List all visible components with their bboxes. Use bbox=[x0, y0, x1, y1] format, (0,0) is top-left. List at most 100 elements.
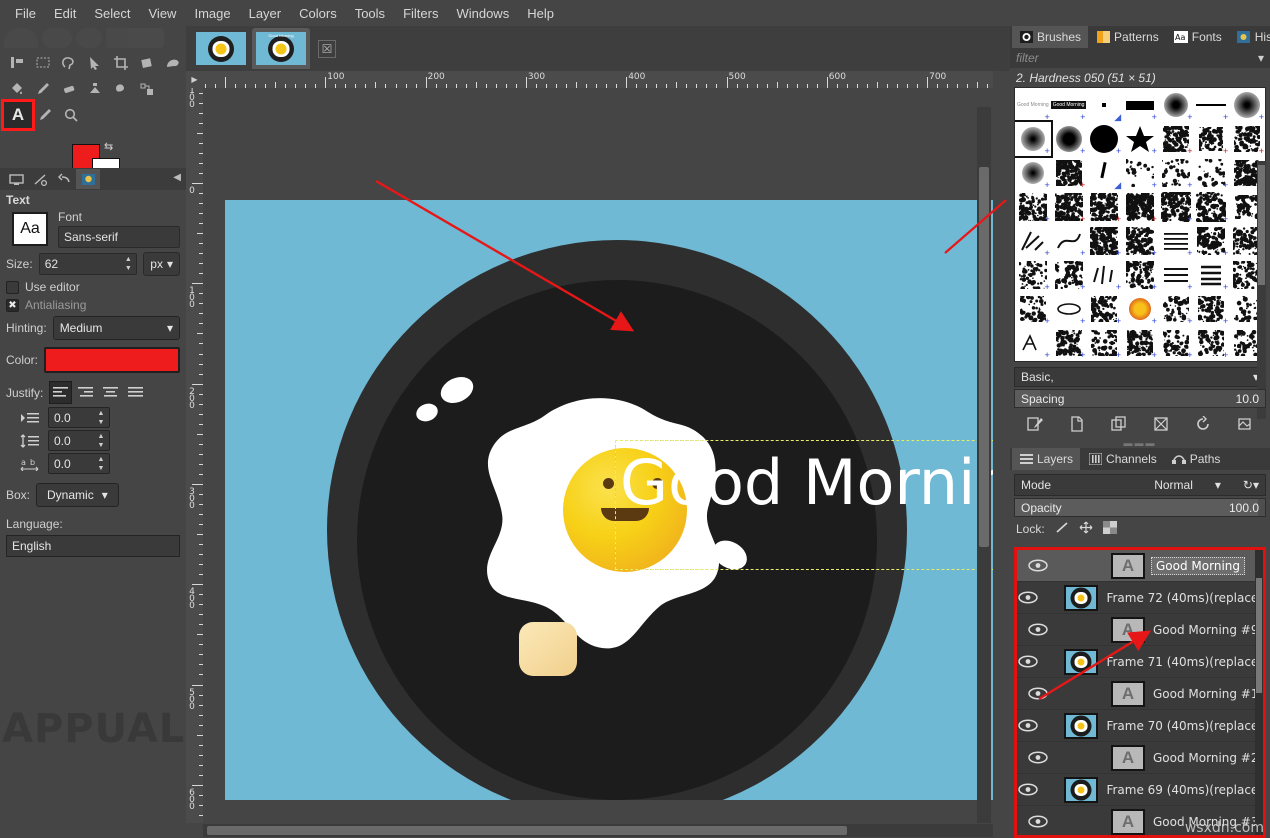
layer-name[interactable]: Frame 72 (40ms)(replace) bbox=[1098, 591, 1263, 605]
new-brush-button[interactable] bbox=[1065, 413, 1089, 435]
layer-mode-dropdown[interactable]: Mode Normal ▾ ↻▾ bbox=[1014, 474, 1266, 496]
smudge-tool-icon[interactable] bbox=[108, 76, 134, 102]
brush-grid-item[interactable]: + bbox=[1229, 122, 1265, 156]
layer-opacity-slider[interactable]: Opacity 100.0 bbox=[1014, 498, 1266, 517]
layer-row[interactable]: AGood Morning #2 bbox=[1017, 742, 1263, 774]
brush-spacing-slider[interactable]: Spacing 10.0 bbox=[1014, 389, 1266, 408]
brush-grid-item[interactable]: + bbox=[1194, 224, 1230, 258]
delete-brush-button[interactable] bbox=[1149, 413, 1173, 435]
alignment-tool-icon[interactable] bbox=[4, 50, 30, 76]
menu-help[interactable]: Help bbox=[518, 3, 563, 24]
brush-grid-item[interactable]: + bbox=[1086, 292, 1122, 326]
image-canvas[interactable]: Good Morning Duplicate layer between eac… bbox=[225, 200, 993, 800]
paths-tool-icon[interactable] bbox=[134, 76, 160, 102]
brush-grid-item[interactable]: + bbox=[1122, 326, 1158, 360]
brush-grid-item[interactable]: + bbox=[1158, 224, 1194, 258]
brush-grid-item[interactable]: Good Morning+ bbox=[1051, 88, 1087, 122]
brush-grid-item[interactable]: + bbox=[1015, 190, 1051, 224]
brush-grid-item[interactable]: + bbox=[1122, 190, 1158, 224]
canvas-viewport[interactable]: Good Morning Duplicate layer between eac… bbox=[203, 88, 993, 823]
hinting-dropdown[interactable]: Medium ▾ bbox=[53, 316, 180, 340]
brush-grid-item[interactable]: Good Morning+ bbox=[1015, 88, 1051, 122]
brush-grid-item[interactable]: + bbox=[1194, 122, 1230, 156]
lock-position-button[interactable] bbox=[1079, 521, 1093, 537]
antialiasing-checkbox[interactable]: ✖ bbox=[6, 299, 19, 312]
brush-grid-item[interactable]: + bbox=[1158, 190, 1194, 224]
brush-grid-item[interactable]: + bbox=[1086, 258, 1122, 292]
layer-name[interactable]: Good Morning bbox=[1151, 557, 1245, 575]
eraser-tool-icon[interactable] bbox=[56, 76, 82, 102]
brush-grid-item[interactable]: + bbox=[1086, 122, 1122, 156]
layers-list[interactable]: AGood MorningFrame 72 (40ms)(replace)AGo… bbox=[1014, 547, 1266, 838]
brush-tags-dropdown[interactable]: Basic, ▾ bbox=[1014, 367, 1266, 387]
zoom-tool-icon[interactable] bbox=[58, 102, 84, 128]
brush-grid-item[interactable]: + bbox=[1015, 122, 1051, 156]
brush-grid-item[interactable] bbox=[1051, 360, 1087, 362]
brush-grid-item[interactable]: + bbox=[1051, 224, 1087, 258]
image-tab-2[interactable]: Good Morning bbox=[252, 28, 310, 69]
brush-grid-item[interactable]: ◢ bbox=[1086, 156, 1122, 190]
brush-filter-row[interactable]: filter ▾ bbox=[1010, 48, 1270, 68]
layer-visibility-toggle[interactable] bbox=[1017, 687, 1059, 700]
rectangle-select-tool-icon[interactable] bbox=[30, 50, 56, 76]
layer-name[interactable]: Frame 71 (40ms)(replace) bbox=[1098, 655, 1263, 669]
line-spacing-input[interactable]: 0.0 ▲▼ bbox=[48, 430, 110, 451]
layer-name[interactable]: Frame 70 (40ms)(replace) bbox=[1098, 719, 1263, 733]
brush-grid-item[interactable] bbox=[1122, 360, 1158, 362]
scrollbar-grip[interactable] bbox=[1256, 578, 1262, 693]
brush-grid-item[interactable]: + bbox=[1015, 258, 1051, 292]
brush-grid-item[interactable]: + bbox=[1015, 156, 1051, 190]
images-tab[interactable] bbox=[76, 169, 100, 189]
menu-filters[interactable]: Filters bbox=[394, 3, 447, 24]
vertical-ruler[interactable]: 1000100200300400500600 bbox=[186, 88, 203, 823]
layer-visibility-toggle[interactable] bbox=[1017, 591, 1038, 604]
layer-row[interactable]: Frame 70 (40ms)(replace) bbox=[1017, 710, 1263, 742]
crop-tool-icon[interactable] bbox=[108, 50, 134, 76]
menu-layer[interactable]: Layer bbox=[240, 3, 291, 24]
justify-fill-button[interactable] bbox=[124, 381, 147, 404]
brush-grid-item[interactable]: + bbox=[1122, 122, 1158, 156]
layer-row[interactable]: Frame 71 (40ms)(replace) bbox=[1017, 646, 1263, 678]
layer-visibility-toggle[interactable] bbox=[1017, 783, 1038, 796]
antialiasing-row[interactable]: ✖ Antialiasing bbox=[0, 296, 186, 314]
text-tool-icon[interactable]: A bbox=[4, 102, 32, 128]
justify-center-button[interactable] bbox=[99, 381, 122, 404]
letter-spacing-input[interactable]: 0.0 ▲▼ bbox=[48, 453, 110, 474]
brush-grid-scrollbar[interactable] bbox=[1257, 161, 1266, 419]
scrollbar-grip[interactable] bbox=[979, 167, 989, 547]
tab-paths[interactable]: Paths bbox=[1165, 448, 1228, 470]
text-color-swatch[interactable] bbox=[44, 347, 180, 373]
brush-grid-item[interactable]: + bbox=[1122, 258, 1158, 292]
tab-patterns[interactable]: Patterns bbox=[1089, 26, 1166, 48]
open-brush-as-image-button[interactable] bbox=[1233, 413, 1257, 435]
tab-brushes[interactable]: Brushes bbox=[1012, 26, 1088, 48]
brush-grid-item[interactable] bbox=[1086, 360, 1122, 362]
letter-spacing-stepper[interactable]: ▲▼ bbox=[95, 456, 107, 472]
brush-grid-item[interactable]: + bbox=[1158, 326, 1194, 360]
canvas-horizontal-scrollbar[interactable] bbox=[203, 824, 993, 837]
tab-channels[interactable]: Channels bbox=[1081, 448, 1164, 470]
layer-name[interactable]: Good Morning #2 bbox=[1145, 751, 1259, 765]
layer-name[interactable]: Good Morning #1 bbox=[1145, 687, 1259, 701]
menu-image[interactable]: Image bbox=[185, 3, 239, 24]
brush-grid-item[interactable]: + bbox=[1015, 292, 1051, 326]
brush-grid-item[interactable]: + bbox=[1015, 326, 1051, 360]
layer-name[interactable]: Frame 69 (40ms)(replace) bbox=[1098, 783, 1263, 797]
layer-visibility-toggle[interactable] bbox=[1017, 719, 1038, 732]
layer-visibility-toggle[interactable] bbox=[1017, 559, 1059, 572]
justify-left-button[interactable] bbox=[49, 381, 72, 404]
brush-grid-item[interactable]: + bbox=[1051, 190, 1087, 224]
duplicate-brush-button[interactable] bbox=[1107, 413, 1131, 435]
tool-options-tab[interactable] bbox=[4, 169, 28, 189]
brush-filter-input[interactable]: filter bbox=[1016, 51, 1039, 65]
brush-grid-item[interactable]: + bbox=[1194, 326, 1230, 360]
size-unit-dropdown[interactable]: px ▾ bbox=[143, 252, 180, 276]
color-picker-tool-icon[interactable] bbox=[32, 102, 58, 128]
brush-grid-item[interactable]: + bbox=[1158, 156, 1194, 190]
menu-colors[interactable]: Colors bbox=[290, 3, 346, 24]
brush-grid-item[interactable]: + bbox=[1051, 326, 1087, 360]
indent-input[interactable]: 0.0 ▲▼ bbox=[48, 407, 110, 428]
undo-history-tab[interactable] bbox=[52, 169, 76, 189]
scrollbar-grip[interactable] bbox=[1258, 165, 1265, 285]
line-spacing-stepper[interactable]: ▲▼ bbox=[95, 433, 107, 449]
